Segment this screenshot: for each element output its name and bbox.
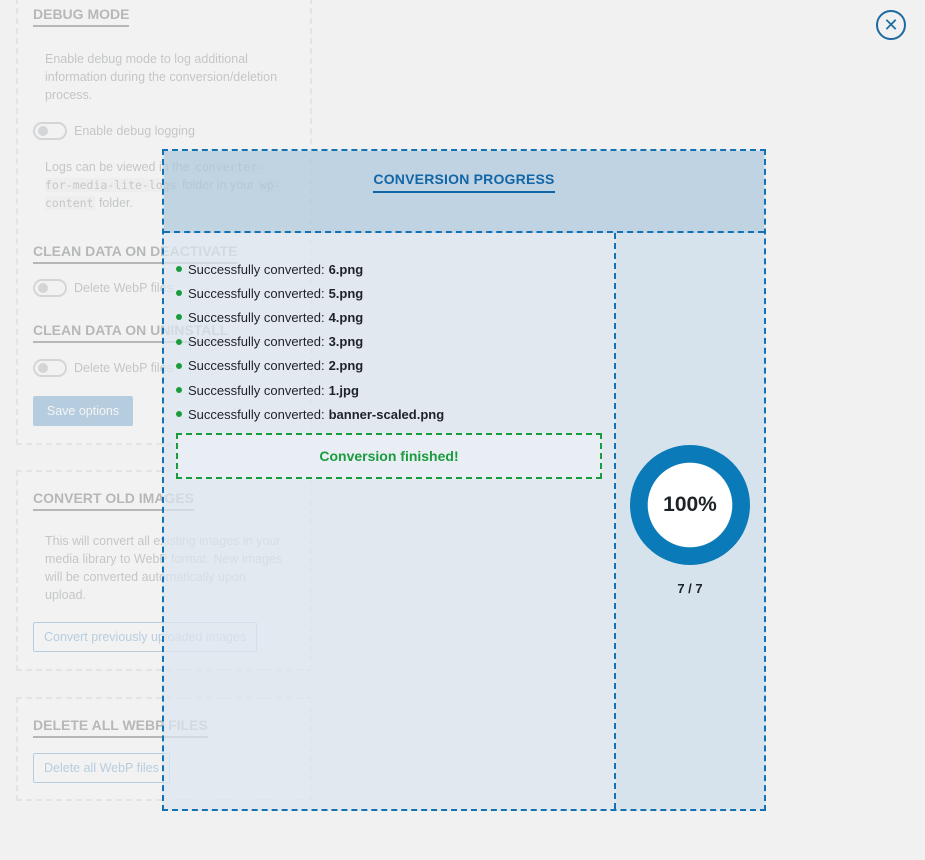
clean-uninstall-toggle[interactable] xyxy=(33,359,67,377)
log-entry: Successfully converted: 5.png xyxy=(176,281,444,305)
log-entry-prefix: Successfully converted: xyxy=(188,358,325,374)
log-entry: Successfully converted: banner-scaled.png xyxy=(176,402,444,426)
progress-count: 7 / 7 xyxy=(677,581,703,596)
progress-panel: 100% 7 / 7 xyxy=(616,233,764,809)
log-entry-filename: 4.png xyxy=(328,309,364,325)
log-entry-filename: banner-scaled.png xyxy=(328,406,445,422)
log-entry-prefix: Successfully converted: xyxy=(188,406,325,422)
modal-header: CONVERSION PROGRESS xyxy=(164,151,764,233)
log-entry-prefix: Successfully converted: xyxy=(188,382,325,398)
debug-logging-toggle[interactable] xyxy=(33,122,67,140)
log-entry-prefix: Successfully converted: xyxy=(188,261,325,277)
log-entry: Successfully converted: 2.png xyxy=(176,354,444,378)
log-entry: Successfully converted: 4.png xyxy=(176,305,444,329)
debug-mode-description: Enable debug mode to log additional info… xyxy=(45,52,278,102)
success-dot-icon xyxy=(176,387,182,394)
success-dot-icon xyxy=(176,362,182,369)
save-options-button[interactable]: Save options xyxy=(33,396,133,426)
log-entry-filename: 6.png xyxy=(328,261,364,277)
log-entry: Successfully converted: 1.jpg xyxy=(176,378,444,402)
log-entry: Successfully converted: 3.png xyxy=(176,330,444,354)
close-icon[interactable]: ✕ xyxy=(876,10,906,40)
clean-deactivate-toggle-label: Delete WebP files xyxy=(74,281,173,295)
log-entry-prefix: Successfully converted: xyxy=(188,285,325,301)
success-dot-icon xyxy=(176,290,182,297)
conversion-log: Successfully converted: 6.png Successfully… xyxy=(164,233,616,809)
success-dot-icon xyxy=(176,338,182,345)
log-entry-prefix: Successfully converted: xyxy=(188,334,325,350)
delete-webp-button[interactable]: Delete all WebP files xyxy=(33,753,170,783)
debug-mode-heading: DEBUG MODE xyxy=(33,6,130,27)
log-entry: Successfully converted: 6.png xyxy=(176,257,444,281)
success-dot-icon xyxy=(176,266,182,273)
success-dot-icon xyxy=(176,314,182,321)
log-entry-filename: 5.png xyxy=(328,285,364,301)
debug-logging-toggle-label: Enable debug logging xyxy=(74,124,195,138)
conversion-log-list: Successfully converted: 6.png Successfully… xyxy=(176,257,444,426)
success-dot-icon xyxy=(176,411,182,418)
log-entry-filename: 1.jpg xyxy=(328,382,359,398)
clean-uninstall-toggle-label: Delete WebP files xyxy=(74,361,173,375)
conversion-finished-message: Conversion finished! xyxy=(176,433,602,479)
conversion-progress-modal: CONVERSION PROGRESS Successfully convert… xyxy=(162,149,766,811)
log-entry-filename: 3.png xyxy=(328,334,364,350)
log-entry-prefix: Successfully converted: xyxy=(188,309,325,325)
log-entry-filename: 2.png xyxy=(328,358,364,374)
modal-title: CONVERSION PROGRESS xyxy=(373,171,555,193)
progress-percent: 100% xyxy=(663,493,717,516)
clean-deactivate-toggle[interactable] xyxy=(33,279,67,297)
